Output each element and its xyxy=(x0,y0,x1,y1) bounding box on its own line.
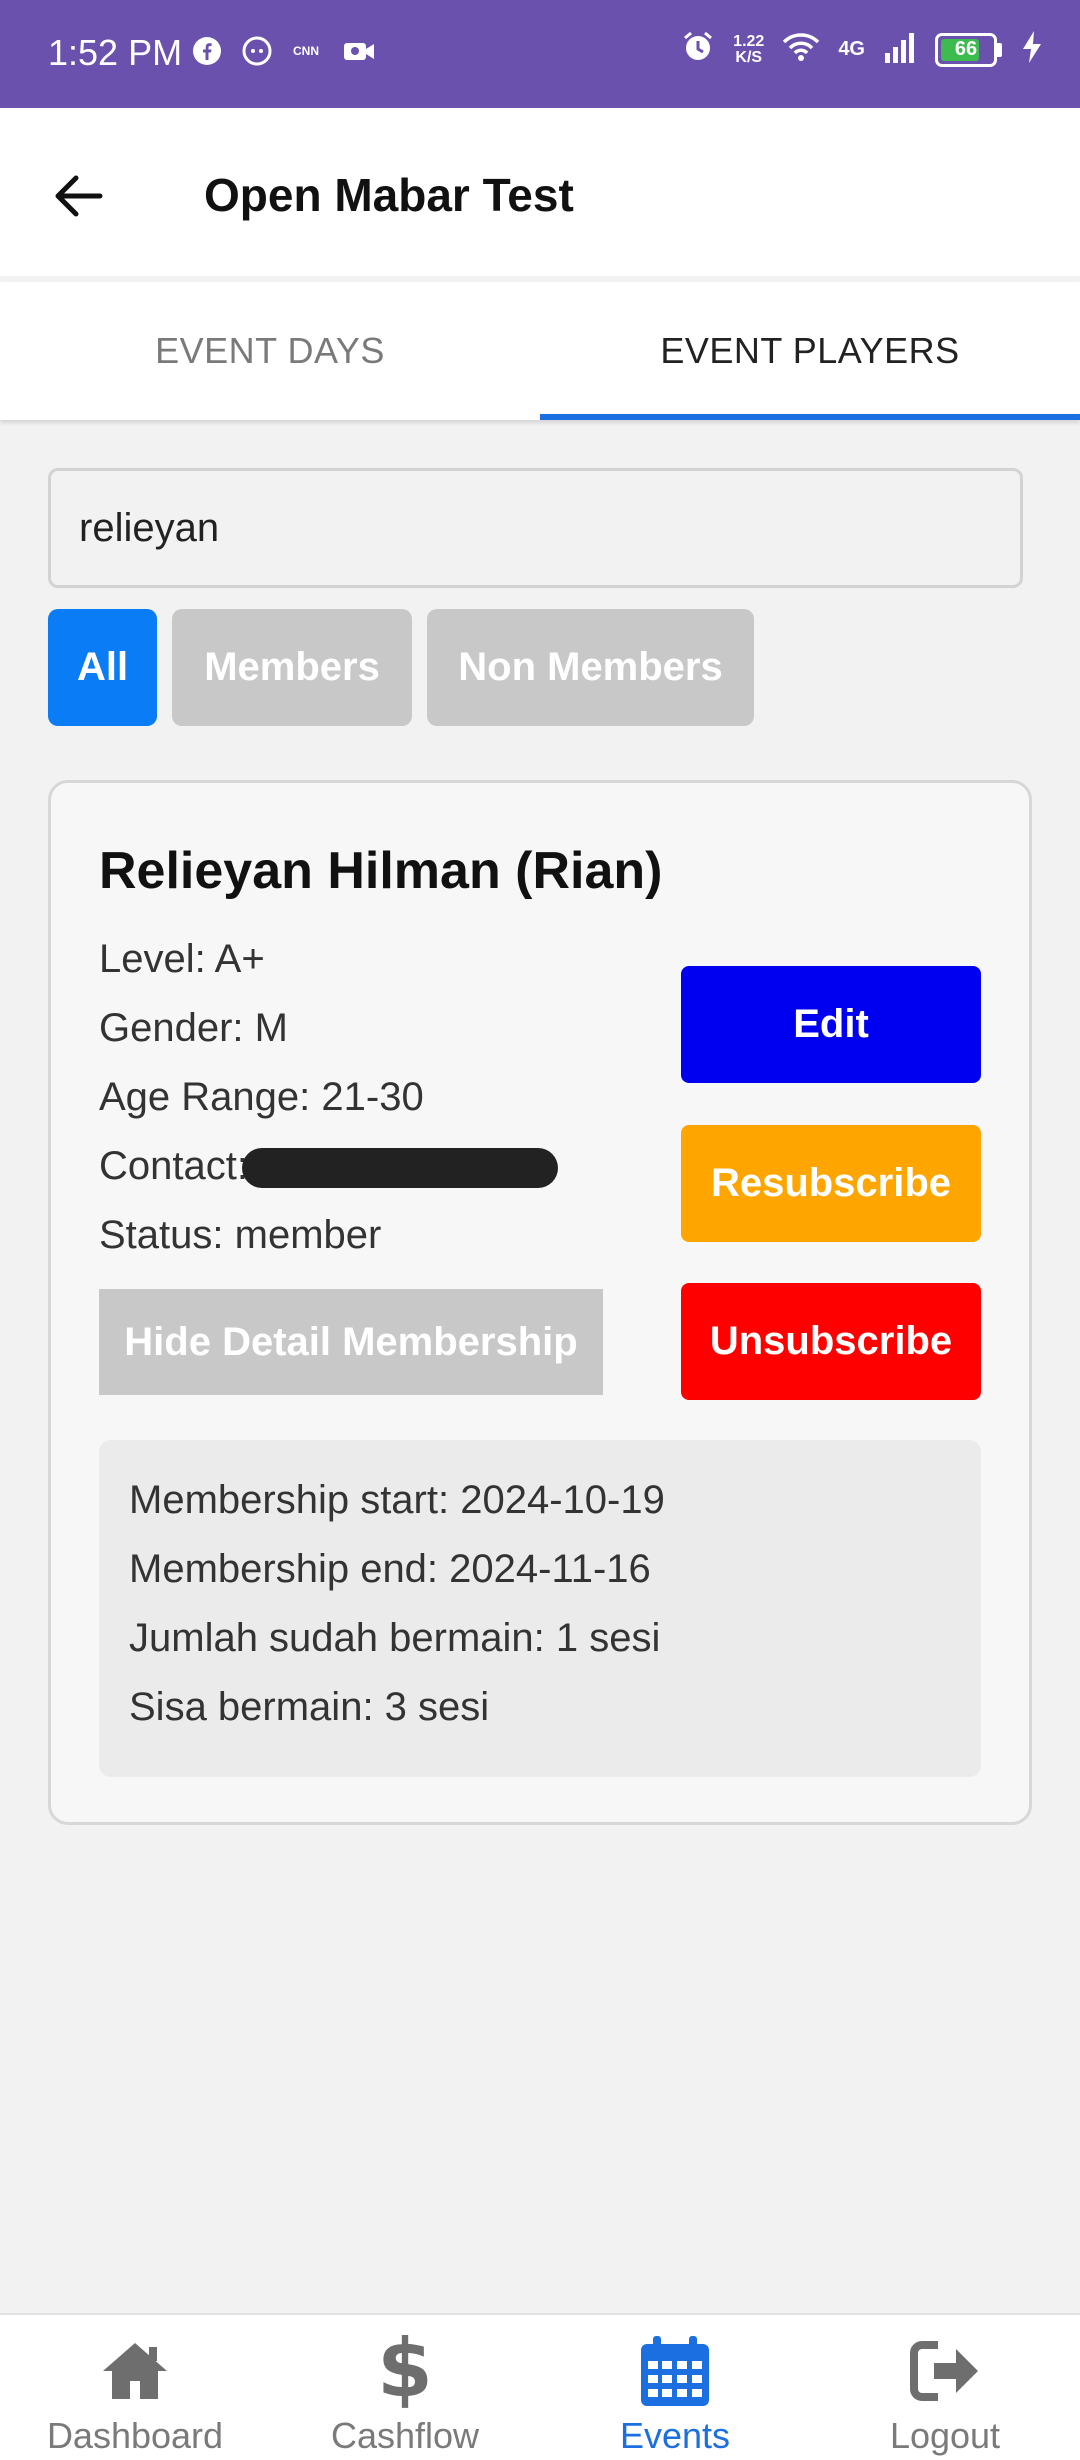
player-gender: Gender: M xyxy=(99,1006,288,1050)
battery-icon: 66 xyxy=(935,32,997,67)
svg-text:CNN: CNN xyxy=(293,44,319,58)
filter-group: All Members Non Members xyxy=(48,609,754,726)
system-icons: 1.22 K/S 4G 66 xyxy=(681,30,1044,69)
home-icon xyxy=(0,2331,270,2411)
resubscribe-button[interactable]: Resubscribe xyxy=(681,1125,981,1242)
filter-members-button[interactable]: Members xyxy=(172,609,412,726)
dollar-icon: $ xyxy=(270,2331,540,2411)
back-button[interactable] xyxy=(40,158,116,234)
nav-cashflow[interactable]: $ Cashflow xyxy=(270,2315,540,2460)
nav-logout-label: Logout xyxy=(889,2415,1001,2456)
battery-indicator: 66 xyxy=(935,32,1002,67)
contact-label: Contact: xyxy=(99,1144,248,1188)
notification-icons: CNN xyxy=(192,36,374,66)
nav-dashboard[interactable]: Dashboard xyxy=(0,2315,270,2460)
network-type: 4G xyxy=(838,38,865,60)
network-speed: 1.22 K/S xyxy=(733,32,765,66)
unsubscribe-button[interactable]: Unsubscribe xyxy=(681,1283,981,1400)
tab-event-players[interactable]: EVENT PLAYERS xyxy=(540,282,1080,420)
tab-bar: EVENT DAYS EVENT PLAYERS xyxy=(0,282,1080,420)
membership-details: Membership start: 2024-10-19 Membership … xyxy=(99,1440,981,1777)
player-name: Relieyan Hilman (Rian) xyxy=(99,842,663,900)
sessions-remaining: Sisa bermain: 3 sesi xyxy=(129,1685,490,1729)
reddit-icon xyxy=(242,36,272,66)
edit-button[interactable]: Edit xyxy=(681,966,981,1083)
logout-icon xyxy=(810,2331,1080,2411)
app-bar: Open Mabar Test xyxy=(0,108,1080,276)
nav-dashboard-label: Dashboard xyxy=(46,2415,224,2456)
tab-indicator xyxy=(540,414,1080,420)
filter-all-button[interactable]: All xyxy=(48,609,157,726)
video-camera-icon xyxy=(342,36,374,66)
sessions-played: Jumlah sudah bermain: 1 sesi xyxy=(129,1616,661,1660)
svg-text:$: $ xyxy=(380,2334,430,2408)
alarm-icon xyxy=(681,30,715,69)
player-level: Level: A+ xyxy=(99,937,265,981)
battery-level: 66 xyxy=(954,38,978,60)
player-card: Relieyan Hilman (Rian) Level: A+ Gender:… xyxy=(48,780,1032,1825)
bottom-navigation: Dashboard $ Cashflow Events Logout xyxy=(0,2313,1080,2460)
hide-detail-membership-button[interactable]: Hide Detail Membership xyxy=(99,1289,603,1395)
calendar-icon xyxy=(540,2331,810,2411)
redacted-contact xyxy=(241,1148,558,1189)
speed-value: 1.22 xyxy=(733,32,765,50)
membership-start: Membership start: 2024-10-19 xyxy=(129,1478,665,1522)
player-age-range: Age Range: 21-30 xyxy=(99,1075,424,1119)
page-title: Open Mabar Test xyxy=(204,169,574,221)
arrow-left-icon xyxy=(55,175,103,217)
nav-logout[interactable]: Logout xyxy=(810,2315,1080,2460)
status-bar: 1:52 PM CNN 1.22 K/S 4G 66 xyxy=(0,0,1080,108)
charging-icon xyxy=(1020,30,1044,69)
membership-end: Membership end: 2024-11-16 xyxy=(129,1547,651,1591)
wifi-icon xyxy=(782,32,820,67)
nav-cashflow-label: Cashflow xyxy=(330,2415,480,2456)
nav-events-label: Events xyxy=(619,2415,731,2456)
status-time: 1:52 PM xyxy=(48,32,183,73)
tab-event-days[interactable]: EVENT DAYS xyxy=(0,282,540,420)
filter-non-members-button[interactable]: Non Members xyxy=(427,609,754,726)
cnn-icon: CNN xyxy=(292,36,322,66)
facebook-icon xyxy=(192,36,222,66)
speed-unit: K/S xyxy=(735,48,763,66)
signal-icon xyxy=(883,31,917,68)
player-contact: Contact: xyxy=(99,1144,558,1189)
player-status: Status: member xyxy=(99,1213,382,1257)
nav-events[interactable]: Events xyxy=(540,2315,810,2460)
search-input[interactable] xyxy=(48,468,1023,588)
